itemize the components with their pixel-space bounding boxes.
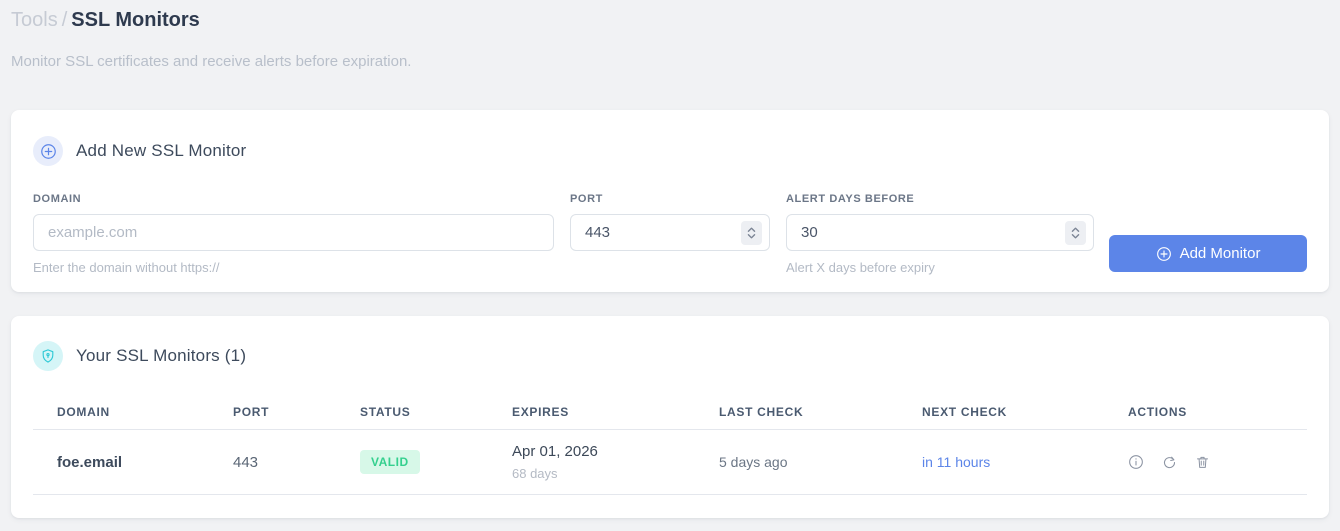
monitors-card-title: Your SSL Monitors (1)	[76, 346, 247, 365]
monitor-actions-cell	[1128, 454, 1307, 471]
column-header-expires: EXPIRES	[512, 405, 569, 419]
column-header-next-check: NEXT CHECK	[922, 405, 1008, 419]
status-badge: VALID	[360, 450, 420, 474]
monitor-status-cell: VALID	[360, 450, 512, 474]
monitor-expires-cell: Apr 01, 2026 68 days	[512, 443, 719, 481]
page-subtitle: Monitor SSL certificates and receive ale…	[11, 53, 412, 70]
add-monitor-form: DOMAIN Enter the domain without https://…	[33, 193, 1307, 275]
add-monitor-card: Add New SSL Monitor DOMAIN Enter the dom…	[11, 110, 1329, 292]
info-icon	[1128, 454, 1144, 470]
info-button[interactable]	[1128, 454, 1144, 471]
shield-icon	[33, 341, 63, 371]
monitor-last-check: 5 days ago	[719, 454, 788, 470]
column-header-actions: ACTIONS	[1128, 405, 1187, 419]
domain-label: DOMAIN	[33, 193, 82, 205]
monitors-table: DOMAIN PORT STATUS EXPIRES LAST CHECK NE…	[33, 395, 1307, 495]
monitor-domain: foe.email	[57, 453, 123, 471]
plus-circle-icon	[33, 136, 63, 166]
plus-circle-icon	[1156, 246, 1172, 262]
alert-days-label: ALERT DAYS BEFORE	[786, 193, 915, 205]
domain-input[interactable]	[33, 214, 554, 251]
add-monitor-button-label: Add Monitor	[1179, 245, 1261, 262]
add-monitor-card-header: Add New SSL Monitor	[33, 136, 1307, 166]
alert-days-helper-text: Alert X days before expiry	[786, 260, 935, 275]
alert-days-field-group: ALERT DAYS BEFORE Alert X days before ex…	[786, 193, 1094, 275]
column-header-port: PORT	[233, 405, 270, 419]
domain-field-group: DOMAIN Enter the domain without https://	[33, 193, 554, 275]
port-label: PORT	[570, 193, 603, 205]
port-field-group: PORT	[570, 193, 770, 275]
delete-button[interactable]	[1194, 454, 1210, 471]
alert-days-input[interactable]	[786, 214, 1094, 251]
refresh-button[interactable]	[1161, 454, 1177, 471]
trash-icon	[1195, 454, 1210, 470]
monitor-next-check: in 11 hours	[922, 454, 991, 470]
port-stepper[interactable]	[741, 221, 762, 245]
monitors-card-header: Your SSL Monitors (1)	[33, 341, 1307, 371]
breadcrumb: Tools / SSL Monitors	[11, 8, 1328, 32]
port-input[interactable]	[570, 214, 770, 251]
refresh-icon	[1162, 455, 1177, 470]
add-monitor-button[interactable]: Add Monitor	[1109, 235, 1307, 272]
domain-helper-text: Enter the domain without https://	[33, 260, 220, 275]
breadcrumb-parent[interactable]: Tools	[11, 9, 58, 31]
column-header-last-check: LAST CHECK	[719, 405, 804, 419]
column-header-status: STATUS	[360, 405, 411, 419]
monitor-port: 443	[233, 453, 259, 471]
breadcrumb-separator: /	[61, 9, 68, 31]
page-title: SSL Monitors	[71, 9, 200, 31]
expires-days-remaining: 68 days	[512, 466, 558, 481]
monitors-table-header: DOMAIN PORT STATUS EXPIRES LAST CHECK NE…	[33, 395, 1307, 430]
column-header-domain: DOMAIN	[57, 405, 110, 419]
alert-days-stepper[interactable]	[1065, 221, 1086, 245]
monitors-card: Your SSL Monitors (1) DOMAIN PORT STATUS…	[11, 316, 1329, 518]
expires-date: Apr 01, 2026	[512, 443, 598, 460]
table-row: foe.email 443 VALID Apr 01, 2026 68 days…	[33, 430, 1307, 495]
add-monitor-card-title: Add New SSL Monitor	[76, 141, 247, 160]
page-header: Tools / SSL Monitors Monitor SSL certifica…	[0, 0, 1340, 70]
